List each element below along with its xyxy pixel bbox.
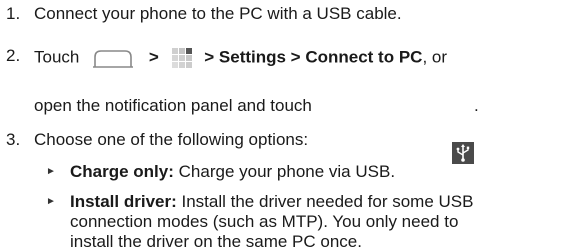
- step-number: 2.: [6, 46, 21, 65]
- option-description-line-2: connection modes (such as MTP). You only…: [70, 212, 459, 231]
- step-suffix: , or: [422, 47, 448, 67]
- bullet-icon: ►: [46, 196, 56, 207]
- usb-icon: [452, 142, 474, 164]
- apps-grid-icon: [171, 48, 192, 68]
- option-text: Charge only: Charge your phone via USB.: [70, 162, 395, 182]
- usb-symbol-icon: [456, 144, 470, 162]
- option-description: Charge your phone via USB.: [178, 162, 396, 181]
- home-outline-icon: [93, 50, 134, 68]
- option-text: Install driver: Install the driver neede…: [70, 192, 473, 212]
- option-description-line-1: Install the driver needed for some USB: [181, 192, 474, 211]
- continuation-text: open the notification panel and touch: [34, 96, 312, 115]
- step-number: 3.: [6, 130, 21, 149]
- option-description-line-3: install the driver on the same PC once.: [70, 232, 362, 251]
- step-prefix: Touch: [34, 47, 80, 67]
- path-separator: >: [148, 47, 159, 67]
- bullet-icon: ►: [46, 166, 56, 177]
- step-2-continuation: open the notification panel and touch: [34, 96, 312, 116]
- step-number: 1.: [6, 4, 21, 23]
- continuation-period: .: [474, 96, 479, 115]
- option-label: Install driver:: [70, 192, 177, 211]
- step-text: Connect your phone to the PC with a USB …: [34, 4, 402, 23]
- settings-path: > Settings > Connect to PC: [204, 47, 423, 67]
- option-label: Charge only:: [70, 162, 174, 181]
- step-text: Choose one of the following options:: [34, 130, 309, 149]
- step-text: Touch > > Settings > Connect to PC, or: [34, 46, 447, 70]
